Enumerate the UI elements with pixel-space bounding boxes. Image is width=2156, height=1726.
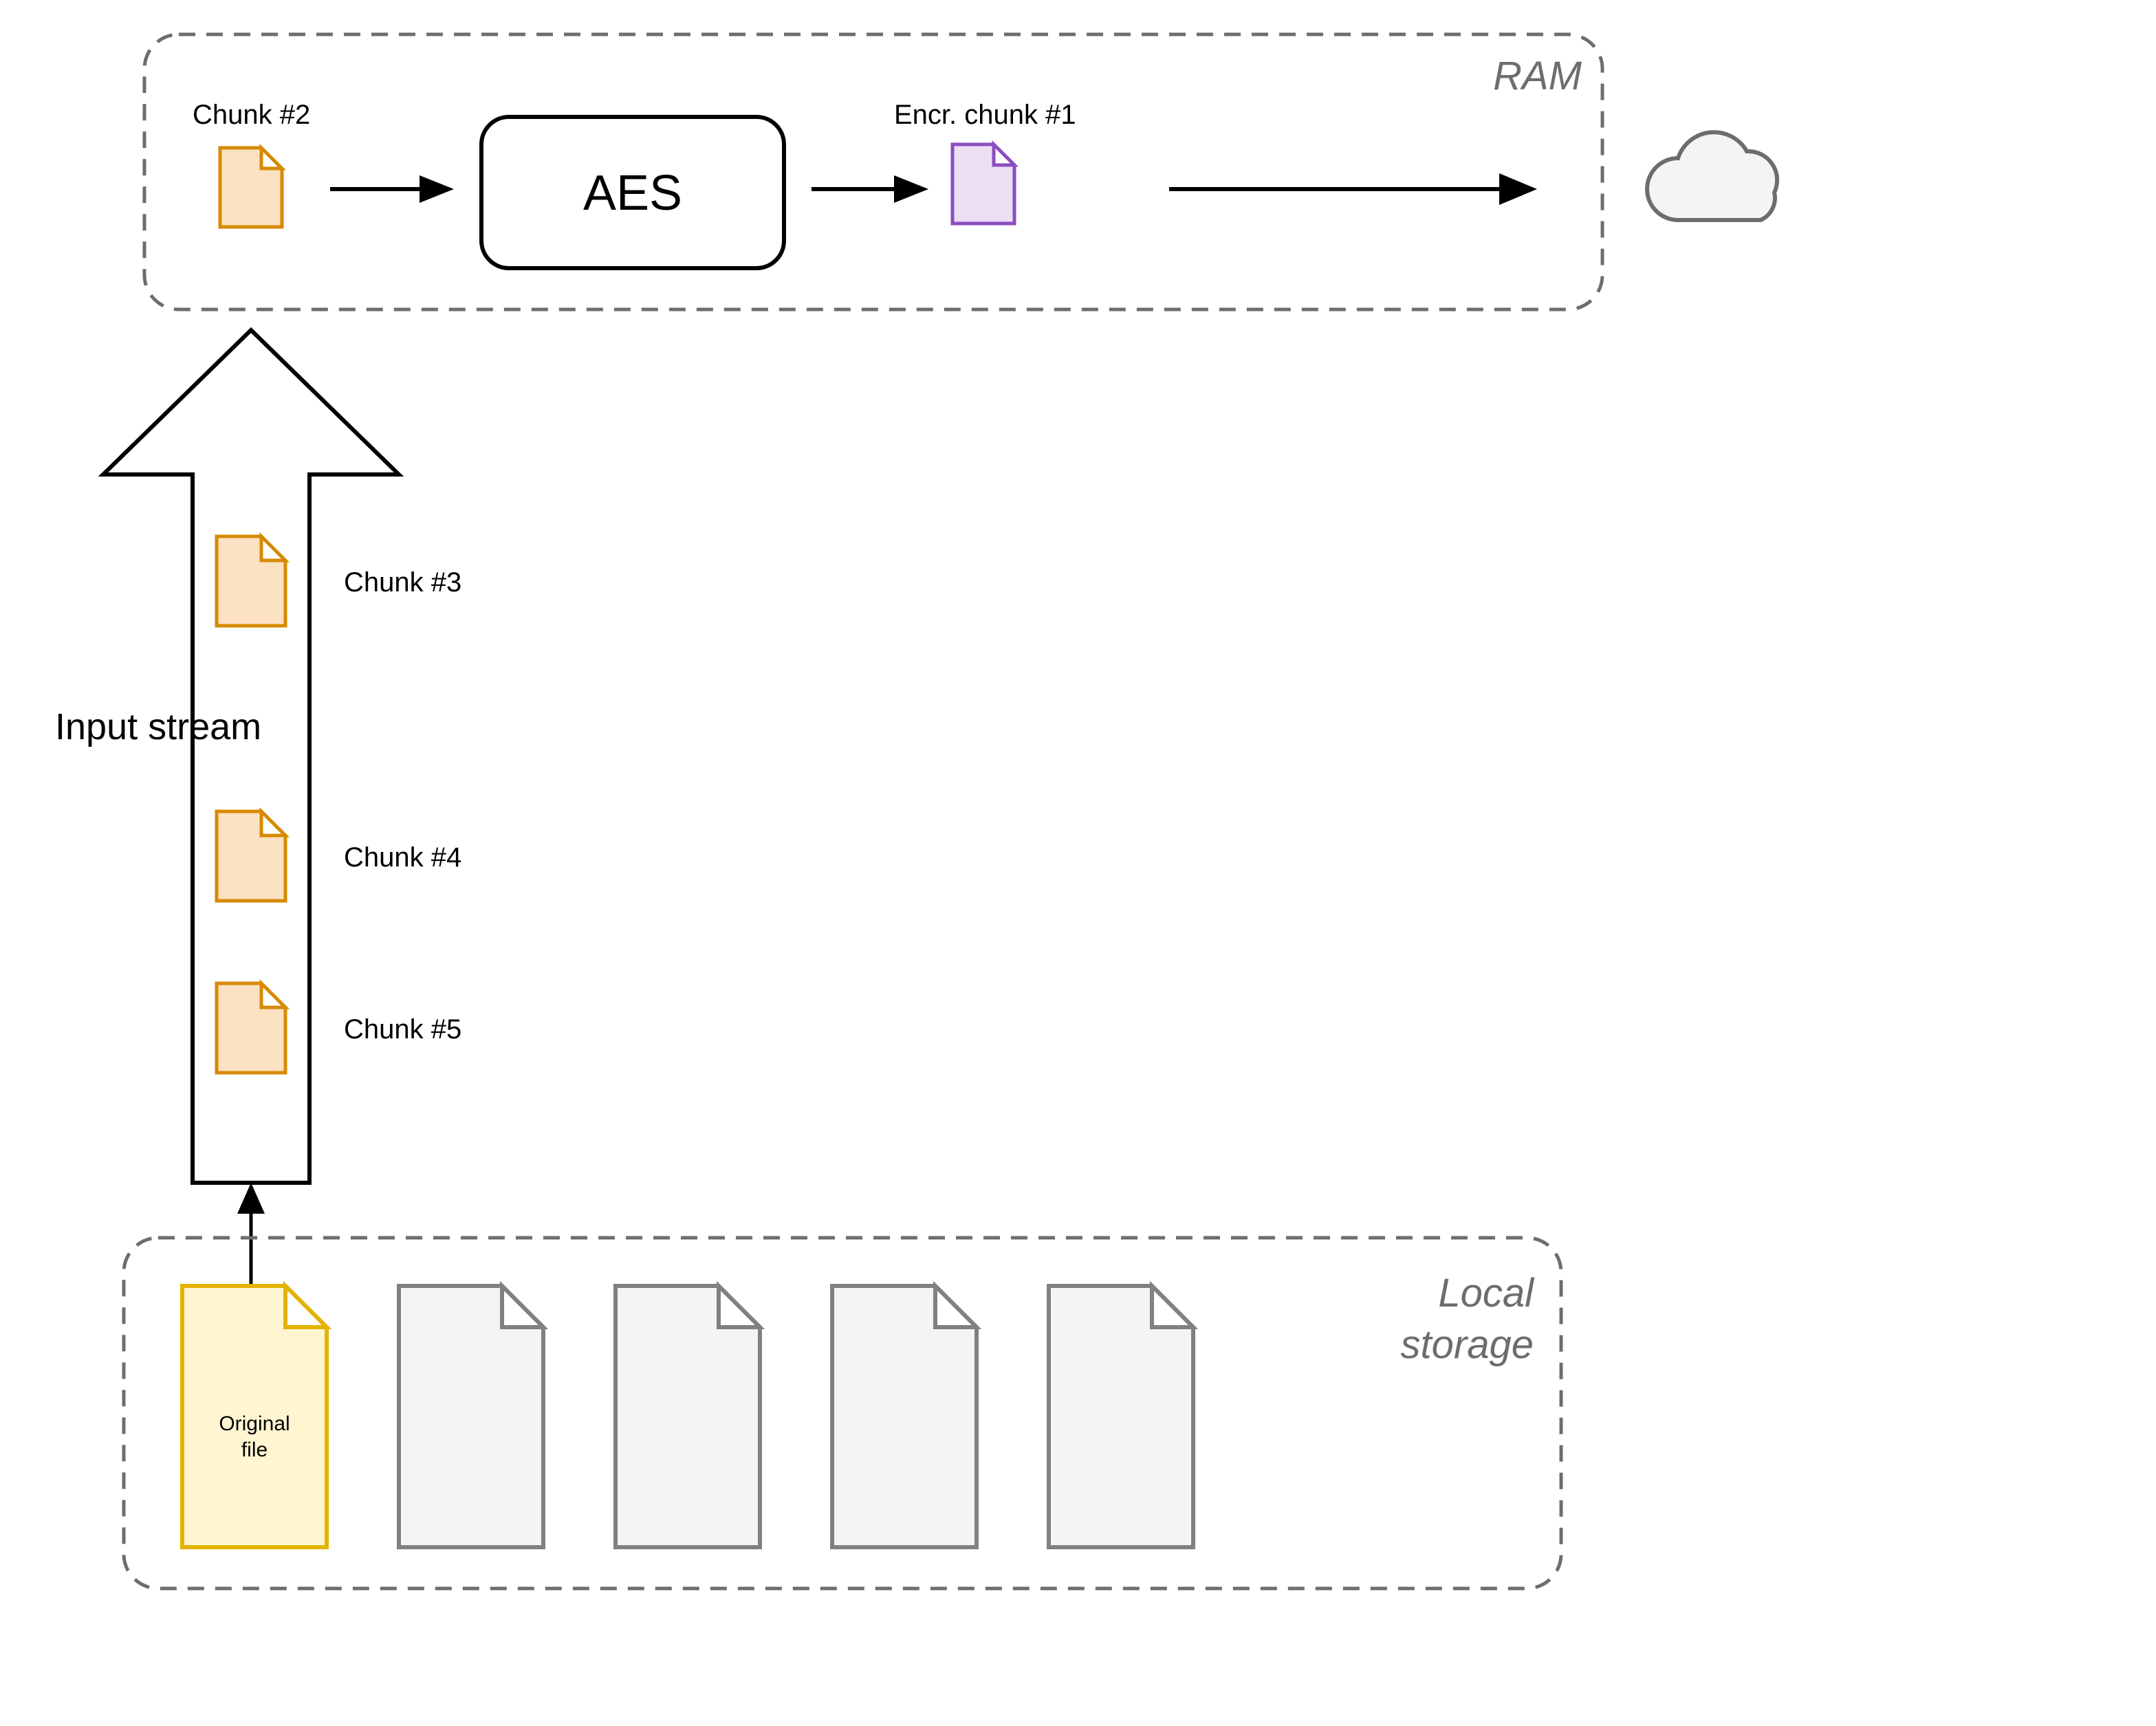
local-title-1: Local — [1438, 1271, 1535, 1315]
ram-title: RAM — [1493, 54, 1582, 98]
chunk-3-file-icon — [217, 536, 285, 626]
chunk-5-label: Chunk #5 — [344, 1014, 461, 1045]
chunk-5-file-icon — [217, 983, 285, 1073]
cloud-icon — [1647, 132, 1777, 220]
arrow-chunk-to-aes — [330, 175, 454, 203]
original-file-label-1: Original — [219, 1412, 290, 1435]
aes-label: AES — [583, 166, 682, 221]
aes-box: AES — [481, 117, 784, 268]
grey-file-4-icon — [1049, 1286, 1193, 1547]
original-file-label-2: file — [241, 1439, 268, 1461]
chunk-4-file-icon — [217, 811, 285, 901]
encr-chunk-1-file-icon — [952, 144, 1014, 223]
encr-chunk-1-label: Encr. chunk #1 — [894, 100, 1076, 130]
arrow-aes-to-encr — [812, 175, 928, 203]
ram-border — [144, 34, 1602, 309]
diagram-root: RAM Chunk #2 AES Encr. chunk #1 — [0, 0, 2156, 1726]
grey-file-2-icon — [616, 1286, 760, 1547]
grey-file-1-icon — [399, 1286, 543, 1547]
ram-panel: RAM Chunk #2 AES Encr. chunk #1 — [144, 34, 1602, 309]
input-stream-label: Input stream — [55, 706, 261, 747]
chunk-2-file-icon — [220, 148, 282, 227]
grey-file-3-icon — [832, 1286, 977, 1547]
original-file-icon: Original file — [182, 1286, 327, 1547]
chunk-3-label: Chunk #3 — [344, 567, 461, 598]
chunk-4-label: Chunk #4 — [344, 842, 461, 873]
arrow-original-to-stream — [237, 1183, 265, 1286]
arrow-encr-to-cloud — [1169, 173, 1537, 205]
local-storage-panel: Local storage Original file — [124, 1238, 1561, 1588]
chunk-2-label: Chunk #2 — [193, 100, 310, 130]
local-title-2: storage — [1401, 1322, 1534, 1367]
